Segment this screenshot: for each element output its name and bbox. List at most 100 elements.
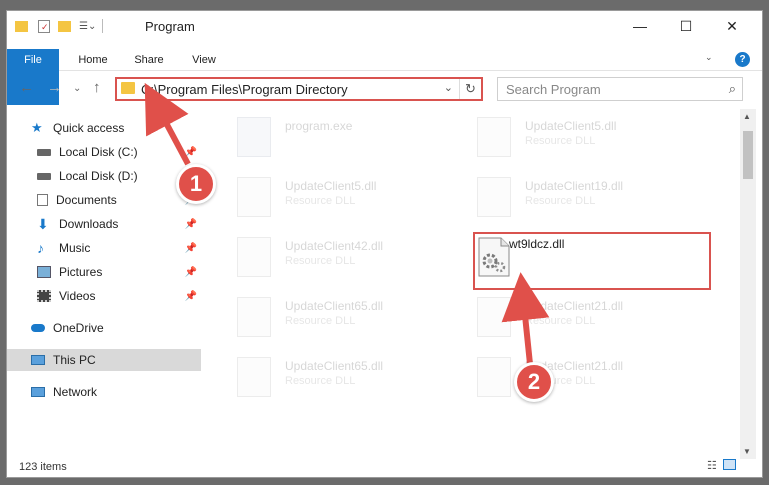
file-type: Resource DLL: [525, 135, 596, 147]
quick-access-toolbar: ✓ ☰⌄: [15, 19, 104, 33]
dll-gear-icon: [237, 177, 271, 217]
item-count: 123 items: [19, 461, 67, 473]
sidebar-item-pictures[interactable]: Pictures 📌: [7, 261, 201, 283]
sidebar-item-music[interactable]: ♪ Music 📌: [7, 237, 201, 259]
file-item[interactable]: UpdateClient65.dll Resource DLL: [215, 349, 435, 405]
file-name: UpdateClient5.dll: [285, 179, 377, 193]
download-icon: ⬇: [37, 216, 49, 232]
new-folder-icon[interactable]: [58, 20, 71, 32]
file-item[interactable]: program.exe: [215, 109, 435, 165]
tab-share[interactable]: Share: [123, 49, 175, 71]
file-type: Resource DLL: [525, 315, 596, 327]
sidebar-item-network[interactable]: Network: [7, 381, 201, 403]
file-type: Resource DLL: [285, 315, 356, 327]
file-item[interactable]: UpdateClient42.dll Resource DLL: [215, 229, 435, 285]
sidebar-item-local-disk-c[interactable]: Local Disk (C:) 📌: [7, 141, 201, 163]
file-type: Resource DLL: [285, 375, 356, 387]
ribbon-tabs: File Home Share View ⌄ ?: [7, 49, 762, 105]
file-item[interactable]: UpdateClient21.dll Resource DLL: [455, 349, 675, 405]
pin-icon: 📌: [184, 290, 197, 302]
sidebar-item-label: OneDrive: [53, 321, 104, 335]
expand-ribbon-icon[interactable]: ⌄: [705, 52, 713, 63]
sidebar-item-label: Documents: [56, 193, 117, 207]
scroll-up-icon[interactable]: ▲: [743, 112, 751, 121]
sidebar-item-label: Local Disk (D:): [59, 169, 138, 183]
file-item[interactable]: UpdateClient19.dll Resource DLL: [455, 169, 675, 225]
back-button[interactable]: ←: [19, 79, 34, 96]
view-toggle: ☷: [707, 459, 736, 472]
sidebar-item-videos[interactable]: Videos 📌: [7, 285, 201, 307]
sidebar-item-local-disk-d[interactable]: Local Disk (D:): [7, 165, 201, 187]
videos-icon: [37, 290, 51, 302]
navigation-pane: ★ Quick access Local Disk (C:) 📌 Local D…: [7, 109, 201, 461]
up-button[interactable]: ↑: [93, 79, 101, 96]
sidebar-item-this-pc[interactable]: This PC: [7, 349, 201, 371]
properties-icon[interactable]: ✓: [38, 19, 50, 33]
file-type: Resource DLL: [285, 255, 356, 267]
customize-toolbar-icon[interactable]: ☰⌄: [79, 21, 96, 32]
pin-icon: 📌: [184, 218, 197, 230]
pin-icon: 📌: [184, 242, 197, 254]
sidebar-item-onedrive[interactable]: OneDrive: [7, 317, 201, 339]
star-icon: ★: [31, 120, 43, 135]
file-type: Resource DLL: [285, 195, 356, 207]
maximize-button[interactable]: ☐: [663, 11, 709, 41]
sidebar-item-label: Pictures: [59, 265, 103, 279]
title-separator: [102, 19, 104, 33]
file-item[interactable]: UpdateClient5.dll Resource DLL: [215, 169, 435, 225]
sidebar-item-quick-access[interactable]: ★ Quick access: [7, 117, 201, 139]
sidebar-item-label: Network: [53, 385, 98, 399]
sidebar-item-documents[interactable]: Documents 📌: [7, 189, 201, 211]
step-1-badge: 1: [176, 164, 216, 204]
network-icon: [31, 387, 45, 397]
forward-button[interactable]: →: [47, 79, 62, 96]
sidebar-item-label: Videos: [59, 289, 96, 303]
address-dropdown-button[interactable]: ⌄: [444, 81, 453, 94]
address-bar[interactable]: C:\Program Files\Program Directory ⌄ ↻: [115, 77, 483, 101]
title-bar: ✓ ☰⌄ Program — ☐ ✕: [7, 11, 762, 41]
sidebar-item-label: Downloads: [59, 217, 119, 231]
tab-file[interactable]: File: [7, 49, 59, 105]
close-button[interactable]: ✕: [709, 11, 755, 41]
sidebar-item-label: Local Disk (C:): [59, 145, 138, 159]
cloud-icon: [31, 324, 45, 332]
folder-icon: [121, 82, 135, 94]
window-title: Program: [145, 19, 195, 34]
dll-gear-icon: [237, 297, 271, 337]
details-view-icon[interactable]: ☷: [707, 459, 717, 472]
exe-file-icon: [237, 117, 271, 157]
sidebar-item-downloads[interactable]: ⬇ Downloads 📌: [7, 213, 201, 235]
help-icon[interactable]: ?: [735, 52, 750, 67]
tab-view[interactable]: View: [179, 49, 229, 71]
step-2-badge: 2: [514, 362, 554, 402]
file-name: UpdateClient19.dll: [525, 179, 624, 193]
sidebar-item-label: Quick access: [53, 121, 125, 135]
dll-gear-icon: [477, 297, 511, 337]
dll-gear-icon: [237, 237, 271, 277]
drive-icon: [37, 172, 51, 180]
minimize-button[interactable]: —: [617, 11, 663, 41]
file-name: UpdateClient42.dll: [285, 239, 384, 253]
search-placeholder: Search Program: [506, 82, 601, 97]
sidebar-item-label: Music: [59, 241, 91, 255]
file-item[interactable]: UpdateClient65.dll Resource DLL: [215, 289, 435, 345]
refresh-button[interactable]: ↻: [459, 79, 481, 99]
large-icons-view-icon[interactable]: [722, 459, 736, 470]
file-name: program.exe: [285, 119, 353, 133]
file-item[interactable]: UpdateClient21.dll Resource DLL: [455, 289, 675, 345]
file-name: UpdateClient65.dll: [285, 359, 384, 373]
computer-icon: [31, 355, 45, 365]
file-name: UpdateClient5.dll: [525, 119, 617, 133]
pin-icon: 📌: [184, 146, 197, 158]
scroll-down-icon[interactable]: ▼: [743, 447, 751, 456]
search-icon[interactable]: ⌕: [729, 81, 736, 97]
address-path[interactable]: C:\Program Files\Program Directory: [141, 82, 348, 97]
vertical-scrollbar[interactable]: ▲ ▼: [740, 109, 756, 459]
tab-home[interactable]: Home: [65, 49, 121, 71]
file-item[interactable]: UpdateClient5.dll Resource DLL: [455, 109, 675, 165]
search-box[interactable]: Search Program ⌕: [497, 77, 743, 101]
dll-gear-icon: [237, 357, 271, 397]
scrollbar-thumb[interactable]: [743, 131, 753, 179]
music-icon: ♪: [37, 240, 44, 256]
recent-locations-button[interactable]: ⌄: [73, 83, 81, 94]
